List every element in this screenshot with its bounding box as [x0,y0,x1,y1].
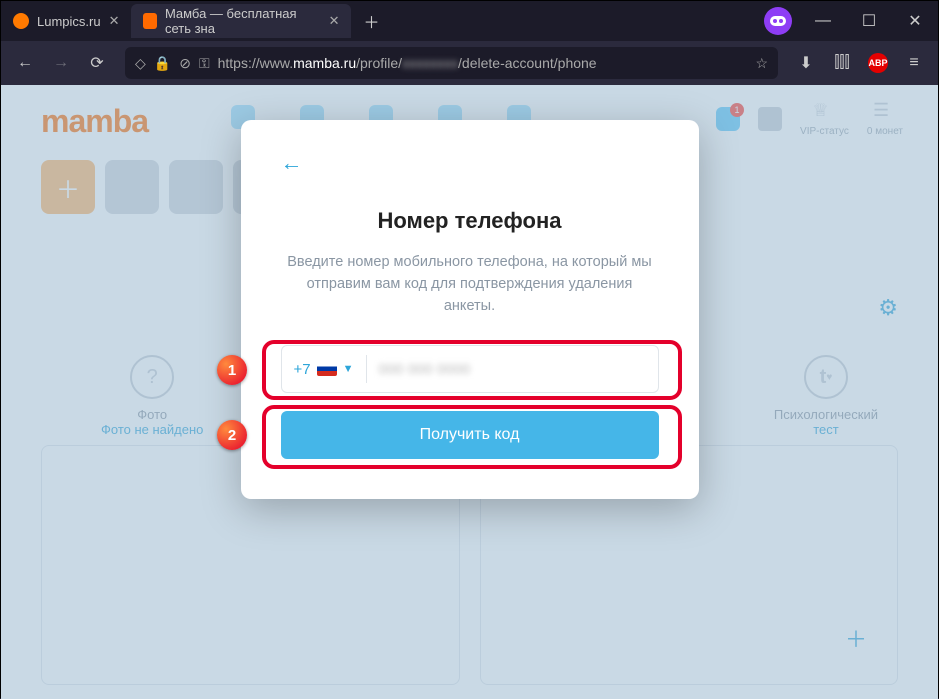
downloads-icon[interactable]: ⬇ [790,47,822,79]
tab-2-label: Мамба — бесплатная сеть зна [165,6,321,36]
favicon-icon [143,13,156,29]
permission-icon: ⊘ [179,55,191,72]
tab-2[interactable]: Мамба — бесплатная сеть зна ✕ [131,4,351,38]
step-badge-2: 2 [217,420,247,450]
bookmark-icon[interactable]: ☆ [755,55,768,72]
key-icon: ⚿ [199,55,210,72]
modal-title: Номер телефона [281,208,659,234]
tab-1-label: Lumpics.ru [37,14,101,29]
menu-icon[interactable]: ≡ [898,47,930,79]
url-text: https://www.mamba.ru/profile/xxxxxxxx/de… [218,55,597,71]
highlight-2 [262,405,682,469]
tab-strip: Lumpics.ru ✕ Мамба — бесплатная сеть зна… [1,1,764,41]
close-icon[interactable]: ✕ [109,13,120,29]
close-button[interactable]: ✕ [892,1,938,41]
modal-back-button[interactable]: ← [281,150,659,176]
shield-icon: ◇ [135,55,146,72]
maximize-button[interactable]: ☐ [846,1,892,41]
close-icon[interactable]: ✕ [329,13,340,29]
step-badge-1: 1 [217,355,247,385]
browser-toolbar: ← → ⟳ ◇ 🔒 ⊘ ⚿ https://www.mamba.ru/profi… [1,41,938,85]
browser-titlebar: Lumpics.ru ✕ Мамба — бесплатная сеть зна… [1,1,938,41]
favicon-icon [13,13,29,29]
reload-button[interactable]: ⟳ [81,47,113,79]
highlight-1 [262,340,682,400]
window-controls: ― ☐ ✕ [800,1,938,41]
url-bar[interactable]: ◇ 🔒 ⊘ ⚿ https://www.mamba.ru/profile/xxx… [125,47,778,79]
lock-icon: 🔒 [154,55,171,72]
page-content: mamba 1 ♕VIP-статус ☰0 монет ＋ ⚙ ? Фото … [1,85,938,699]
abp-icon[interactable]: ABP [862,47,894,79]
back-button[interactable]: ← [9,47,41,79]
forward-button[interactable]: → [45,47,77,79]
minimize-button[interactable]: ― [800,1,846,41]
tab-1[interactable]: Lumpics.ru ✕ [1,4,131,38]
library-icon[interactable]: ⫿⫿⫿ [826,47,858,79]
extension-icon[interactable] [764,7,792,35]
new-tab-button[interactable]: ＋ [351,9,391,33]
modal-description: Введите номер мобильного телефона, на ко… [281,252,659,317]
